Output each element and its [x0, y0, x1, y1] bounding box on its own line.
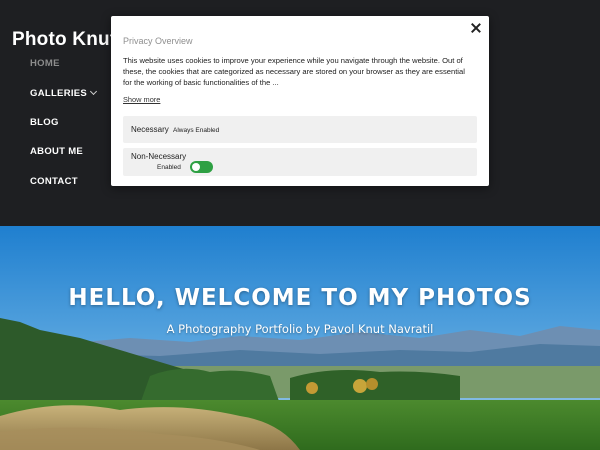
nav-item-home[interactable]: HOME [30, 58, 60, 69]
show-more-link[interactable]: Show more [123, 95, 160, 104]
nav-item-about-me[interactable]: ABOUT ME [30, 146, 83, 157]
category-necessary[interactable]: Necessary Always Enabled [123, 116, 477, 143]
hero-subtitle: A Photography Portfolio by Pavol Knut Na… [166, 322, 434, 336]
nav-item-label: HOME [30, 58, 60, 69]
nav-item-label: BLOG [30, 117, 59, 128]
category-name: Non-Necessary [131, 152, 187, 161]
category-status: Always Enabled [173, 127, 220, 134]
close-icon[interactable] [469, 21, 483, 35]
hero-banner: HELLO, WELCOME TO MY PHOTOS A Photograph… [0, 226, 600, 450]
hero-title: HELLO, WELCOME TO MY PHOTOS [68, 285, 532, 311]
nav-item-label: GALLERIES [30, 88, 88, 99]
nav-item-contact[interactable]: CONTACT [30, 176, 78, 187]
category-non-necessary[interactable]: Non-Necessary Enabled [123, 148, 477, 176]
cookie-consent-modal: Privacy Overview This website uses cooki… [111, 16, 489, 186]
toggle-knob [192, 163, 200, 171]
nav-item-galleries[interactable]: GALLERIES [30, 87, 98, 99]
non-necessary-toggle[interactable] [190, 161, 213, 173]
category-name: Necessary [131, 125, 169, 134]
site-title[interactable]: Photo Knut [12, 29, 116, 51]
hero-landscape-image [0, 226, 600, 450]
nav-item-label: CONTACT [30, 176, 78, 187]
modal-description: This website uses cookies to improve you… [123, 56, 465, 88]
nav-item-label: ABOUT ME [30, 146, 84, 157]
modal-title: Privacy Overview [123, 36, 193, 46]
nav-item-blog[interactable]: BLOG [30, 117, 59, 128]
chevron-down-icon [90, 87, 98, 96]
category-label: Necessary Always Enabled [131, 125, 219, 134]
toggle-caption: Enabled [157, 164, 181, 171]
